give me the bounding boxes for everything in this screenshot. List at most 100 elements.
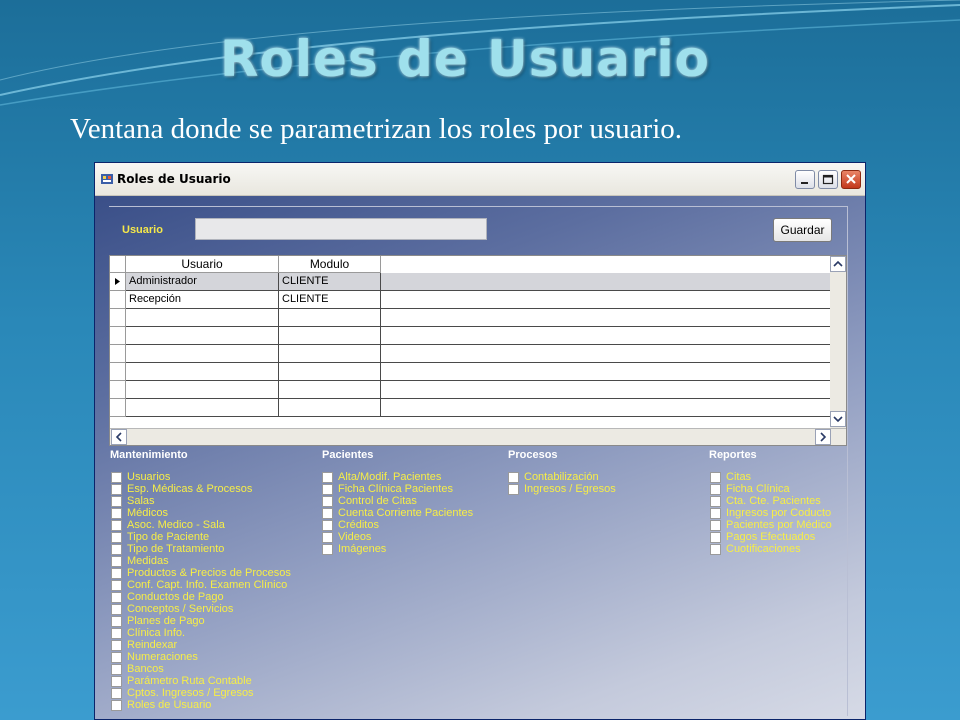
checkbox[interactable] [111, 640, 122, 651]
checkbox-label[interactable]: Créditos [338, 519, 379, 531]
cell-usuario[interactable] [126, 399, 279, 416]
checkbox-label[interactable]: Usuarios [127, 471, 170, 483]
cell-modulo[interactable]: CLIENTE [279, 273, 381, 290]
checkbox-label[interactable]: Conf. Capt. Info. Examen Clínico [127, 579, 287, 591]
checkbox[interactable] [322, 484, 333, 495]
table-row[interactable] [126, 363, 830, 381]
cell-modulo[interactable] [279, 327, 381, 344]
horizontal-scrollbar[interactable] [110, 428, 846, 445]
checkbox-label[interactable]: Tipo de Tratamiento [127, 543, 224, 555]
cell-usuario[interactable] [126, 381, 279, 398]
checkbox[interactable] [710, 544, 721, 555]
row-selector[interactable] [110, 381, 126, 399]
checkbox-label[interactable]: Tipo de Paciente [127, 531, 209, 543]
table-row[interactable] [126, 327, 830, 345]
checkbox-label[interactable]: Imágenes [338, 543, 386, 555]
checkbox[interactable] [322, 544, 333, 555]
cell-modulo[interactable] [279, 309, 381, 326]
checkbox[interactable] [710, 508, 721, 519]
checkbox[interactable] [111, 532, 122, 543]
column-header-modulo[interactable]: Modulo [279, 256, 381, 273]
checkbox[interactable] [111, 496, 122, 507]
checkbox-label[interactable]: Ficha Clínica Pacientes [338, 483, 453, 495]
row-selector[interactable] [110, 345, 126, 363]
scroll-right-button[interactable] [815, 429, 831, 445]
checkbox[interactable] [111, 688, 122, 699]
table-row[interactable] [126, 399, 830, 417]
checkbox[interactable] [322, 520, 333, 531]
window-titlebar[interactable]: Roles de Usuario [95, 163, 865, 196]
row-selector[interactable] [110, 363, 126, 381]
row-selector[interactable] [110, 273, 126, 291]
checkbox[interactable] [111, 664, 122, 675]
checkbox[interactable] [322, 496, 333, 507]
checkbox-label[interactable]: Bancos [127, 663, 164, 675]
cell-modulo[interactable] [279, 345, 381, 362]
checkbox-label[interactable]: Alta/Modif. Pacientes [338, 471, 441, 483]
checkbox-label[interactable]: Esp. Médicas & Procesos [127, 483, 252, 495]
checkbox-label[interactable]: Conceptos / Servicios [127, 603, 233, 615]
checkbox[interactable] [111, 544, 122, 555]
checkbox[interactable] [508, 484, 519, 495]
checkbox[interactable] [111, 628, 122, 639]
cell-usuario[interactable] [126, 345, 279, 362]
cell-usuario[interactable]: Administrador [126, 273, 279, 290]
checkbox-label[interactable]: Médicos [127, 507, 168, 519]
checkbox[interactable] [111, 676, 122, 687]
checkbox-label[interactable]: Clínica Info. [127, 627, 185, 639]
row-selector[interactable] [110, 327, 126, 345]
checkbox-label[interactable]: Roles de Usuario [127, 699, 211, 711]
checkbox-label[interactable]: Videos [338, 531, 371, 543]
checkbox-label[interactable]: Cptos. Ingresos / Egresos [127, 687, 254, 699]
checkbox[interactable] [710, 484, 721, 495]
cell-usuario[interactable]: Recepción [126, 291, 279, 308]
table-row[interactable] [126, 345, 830, 363]
scroll-left-button[interactable] [111, 429, 127, 445]
checkbox-label[interactable]: Citas [726, 471, 751, 483]
checkbox[interactable] [710, 496, 721, 507]
scroll-up-button[interactable] [830, 256, 846, 272]
checkbox-label[interactable]: Medidas [127, 555, 169, 567]
table-row[interactable]: Administrador CLIENTE [126, 273, 830, 291]
checkbox[interactable] [710, 520, 721, 531]
checkbox[interactable] [710, 472, 721, 483]
checkbox-label[interactable]: Pagos Efectuados [726, 531, 815, 543]
vertical-scrollbar[interactable] [830, 256, 846, 428]
row-selector[interactable] [110, 309, 126, 327]
checkbox-label[interactable]: Ficha Clínica [726, 483, 790, 495]
cell-modulo[interactable] [279, 399, 381, 416]
checkbox-label[interactable]: Productos & Precios de Procesos [127, 567, 291, 579]
table-row[interactable]: Recepción CLIENTE [126, 291, 830, 309]
close-button[interactable] [841, 170, 861, 189]
checkbox-label[interactable]: Ingresos por Coducto [726, 507, 831, 519]
maximize-button[interactable] [818, 170, 838, 189]
checkbox-label[interactable]: Salas [127, 495, 155, 507]
checkbox-label[interactable]: Contabilización [524, 471, 599, 483]
row-selector[interactable] [110, 291, 126, 309]
checkbox-label[interactable]: Cta. Cte. Pacientes [726, 495, 821, 507]
checkbox[interactable] [508, 472, 519, 483]
scroll-down-button[interactable] [830, 411, 846, 427]
table-row[interactable] [126, 381, 830, 399]
checkbox[interactable] [111, 568, 122, 579]
checkbox[interactable] [111, 652, 122, 663]
checkbox[interactable] [111, 604, 122, 615]
checkbox[interactable] [111, 592, 122, 603]
cell-usuario[interactable] [126, 309, 279, 326]
checkbox[interactable] [111, 700, 122, 711]
cell-usuario[interactable] [126, 327, 279, 344]
cell-usuario[interactable] [126, 363, 279, 380]
checkbox[interactable] [111, 508, 122, 519]
checkbox[interactable] [111, 556, 122, 567]
checkbox-label[interactable]: Cuotificaciones [726, 543, 801, 555]
checkbox-label[interactable]: Conductos de Pago [127, 591, 224, 603]
checkbox-label[interactable]: Numeraciones [127, 651, 198, 663]
checkbox-label[interactable]: Parámetro Ruta Contable [127, 675, 252, 687]
checkbox-label[interactable]: Control de Citas [338, 495, 417, 507]
checkbox-label[interactable]: Ingresos / Egresos [524, 483, 616, 495]
checkbox[interactable] [710, 532, 721, 543]
cell-modulo[interactable]: CLIENTE [279, 291, 381, 308]
minimize-button[interactable] [795, 170, 815, 189]
table-row[interactable] [126, 309, 830, 327]
cell-modulo[interactable] [279, 363, 381, 380]
